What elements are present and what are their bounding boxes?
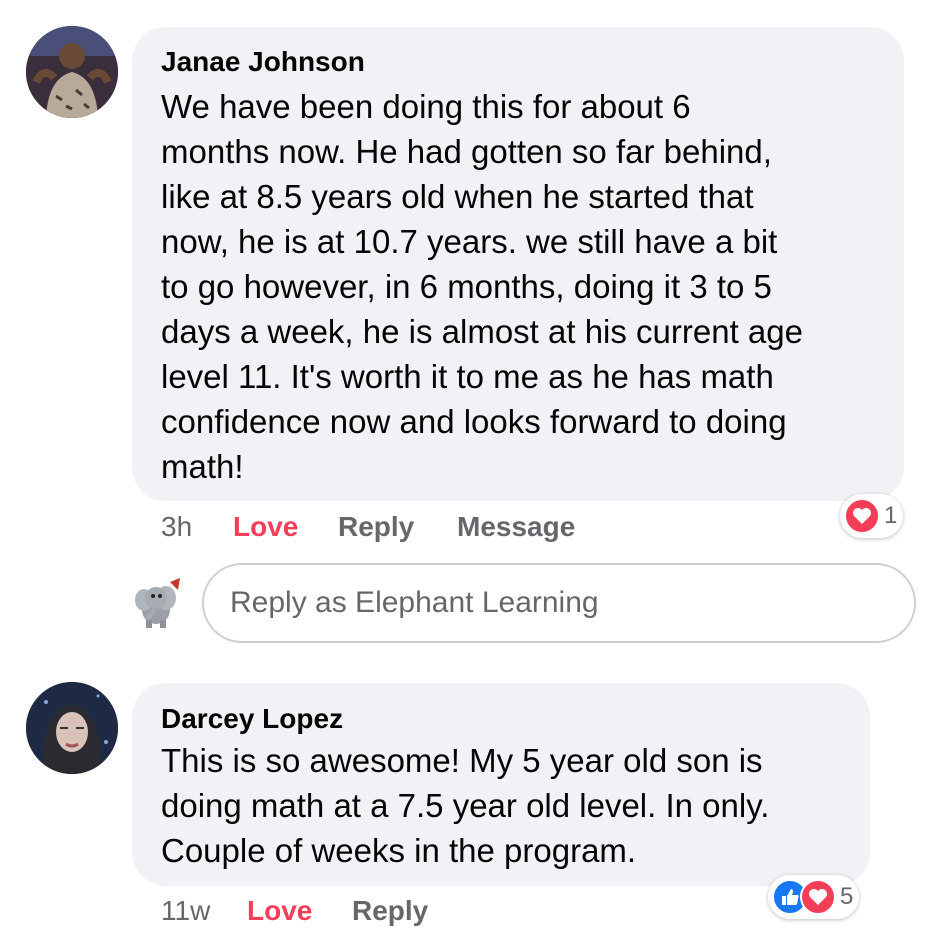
comment-text: This is so awesome! My 5 year old son is… [161, 742, 770, 869]
reaction-summary[interactable]: 1 [840, 494, 904, 538]
comment-timestamp[interactable]: 3h [161, 511, 192, 543]
profile-photo-icon [26, 26, 118, 118]
reply-placeholder: Reply as Elephant Learning [230, 586, 599, 619]
love-button[interactable]: Love [233, 511, 298, 543]
elephant-avatar[interactable] [132, 574, 186, 632]
reply-input[interactable]: Reply as Elephant Learning [202, 563, 916, 643]
comment-author[interactable]: Janae Johnson [161, 46, 365, 78]
elephant-icon [135, 578, 180, 628]
reaction-summary[interactable]: 5 [768, 875, 860, 919]
avatar[interactable] [26, 682, 118, 774]
profile-photo-icon [26, 682, 118, 774]
reaction-count: 1 [884, 502, 898, 529]
message-button[interactable]: Message [457, 511, 575, 543]
heart-icon [844, 498, 880, 534]
avatar[interactable] [26, 26, 118, 118]
reply-button[interactable]: Reply [352, 895, 428, 927]
comment-author[interactable]: Darcey Lopez [161, 703, 343, 735]
reaction-count: 5 [840, 883, 854, 910]
comment-timestamp[interactable]: 11w [161, 895, 210, 927]
love-button[interactable]: Love [247, 895, 312, 927]
reply-button[interactable]: Reply [338, 511, 414, 543]
heart-icon [800, 879, 836, 915]
comment-text: We have been doing this for about 6 mont… [161, 88, 803, 485]
